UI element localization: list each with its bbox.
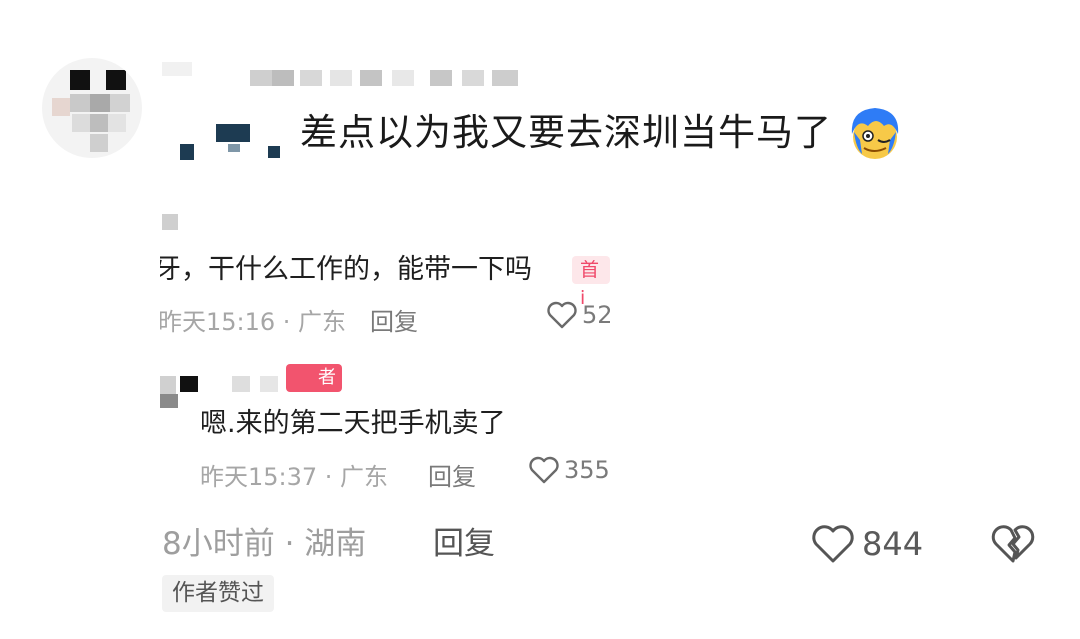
broken-heart-icon[interactable] — [990, 521, 1036, 567]
blue-haired-face-emoji-icon — [851, 108, 899, 159]
reply-1-reply-button[interactable]: 回复 — [370, 302, 418, 337]
reply-2-like-count: 355 — [564, 456, 610, 484]
reply-2-reply-button[interactable]: 回复 — [428, 457, 476, 492]
comment-reply-button[interactable]: 回复 — [433, 519, 495, 569]
heart-icon — [547, 301, 577, 329]
reply-2-author-badge: 者 — [286, 364, 342, 392]
heart-icon — [529, 456, 559, 484]
reply-list: 牙，干什么工作的，能带一下吗 首i 昨天15:16 · 广东 回复 52 者 嗯… — [160, 200, 610, 510]
author-liked-badge: 作者赞过 — [162, 575, 274, 612]
reply-1-like-count: 52 — [582, 301, 610, 329]
comment-text: 差点以为我又要去深圳当牛马了 — [300, 111, 832, 154]
heart-icon — [812, 525, 854, 563]
reply-1-badge: 首i — [572, 256, 610, 309]
reply-2-time-location: 昨天15:37 · 广东 — [200, 463, 389, 491]
reply-2-like-button[interactable]: 355 — [528, 455, 610, 485]
reply-1-text: 牙，干什么工作的，能带一下吗 — [160, 254, 532, 285]
reply-1-time-location: 昨天15:16 · 广东 — [160, 308, 347, 336]
comment-time-location: 8小时前 · 湖南 — [162, 526, 367, 562]
avatar[interactable] — [42, 58, 142, 158]
reply-1-like-button[interactable]: 52 — [546, 300, 610, 330]
comment-like-count: 844 — [862, 525, 924, 563]
comment-like-button[interactable]: 844 — [810, 519, 923, 569]
reply-2-text: 嗯.来的第二天把手机卖了 — [200, 408, 506, 439]
